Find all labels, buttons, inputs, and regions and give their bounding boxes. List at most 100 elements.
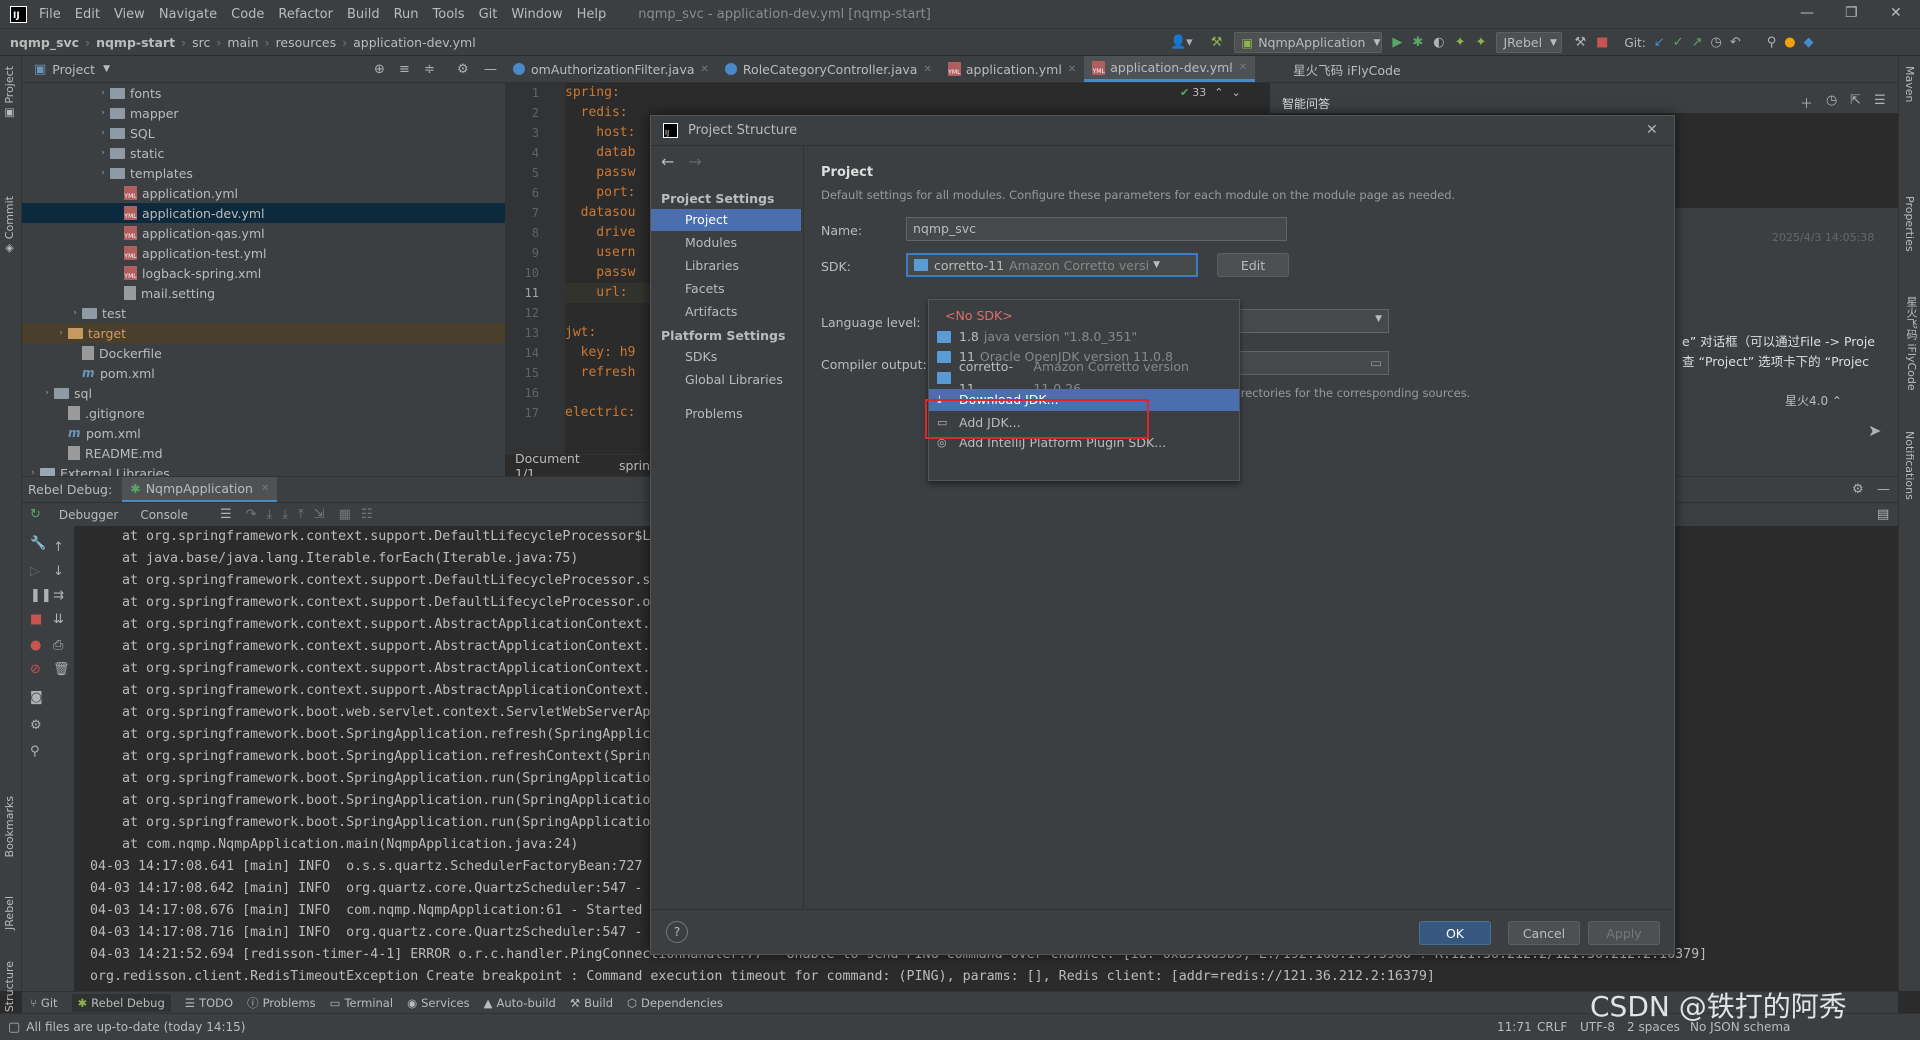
editor-tab[interactable]: RoleCategoryController.java ✕ xyxy=(717,56,940,82)
rollback-icon[interactable]: ↶ xyxy=(1730,35,1741,50)
settings-item-global-libraries[interactable]: Global Libraries xyxy=(651,369,804,391)
language-level-select[interactable]: ▼ xyxy=(1216,309,1389,333)
debug-tab-debugger[interactable]: Debugger xyxy=(59,508,118,522)
hide-panel-icon[interactable]: — xyxy=(484,62,497,77)
ai-model-select[interactable]: 星火4.0 ⌃ xyxy=(1785,392,1842,409)
editor-tab[interactable]: YML application.yml ✕ xyxy=(940,56,1084,82)
plugin-icon[interactable]: ◆ xyxy=(1804,35,1814,50)
gear-icon[interactable]: ⚙ xyxy=(1852,482,1864,497)
expand-all-icon[interactable]: ≡ xyxy=(399,62,410,77)
debug-icon[interactable]: ✱ xyxy=(1412,35,1423,50)
debug-tab-console[interactable]: Console xyxy=(140,508,188,522)
clear-icon[interactable]: 🗑 xyxy=(53,662,70,677)
send-icon[interactable]: ➤ xyxy=(1868,421,1881,440)
close-tab-icon[interactable]: ✕ xyxy=(1068,64,1076,75)
chevron-right-icon[interactable]: › xyxy=(96,88,110,98)
tree-item[interactable]: › sql xyxy=(22,383,505,403)
project-panel-title[interactable]: Project xyxy=(52,62,95,77)
history-icon[interactable]: ◷ xyxy=(1826,93,1837,108)
project-tool-button[interactable]: ▣ Project xyxy=(3,66,16,120)
minimize-icon[interactable]: — xyxy=(1800,5,1814,21)
menu-icon[interactable]: ☰ xyxy=(220,507,232,522)
menu-tools[interactable]: Tools xyxy=(433,7,465,22)
menu-refactor[interactable]: Refactor xyxy=(278,7,333,22)
user-icon[interactable]: 👤▾ xyxy=(1170,35,1193,50)
settings-item-project[interactable]: Project xyxy=(651,209,801,231)
sdk-select[interactable]: corretto-11 Amazon Corretto version 11.0… xyxy=(906,253,1198,277)
menu-file[interactable]: File xyxy=(39,7,61,22)
tree-item[interactable]: YML application.yml xyxy=(22,183,505,203)
ok-button[interactable]: OK xyxy=(1419,921,1491,945)
close-tab-icon[interactable]: ✕ xyxy=(261,483,269,494)
code-editor[interactable]: spring: redis: host: datab passw port: d… xyxy=(565,83,650,454)
stop-icon[interactable]: ■ xyxy=(1596,35,1608,50)
tree-item[interactable]: YML application-test.yml xyxy=(22,243,505,263)
tree-item[interactable]: Dockerfile xyxy=(22,343,505,363)
close-tab-icon[interactable]: ✕ xyxy=(701,64,709,75)
menu-build[interactable]: Build xyxy=(347,7,380,22)
apply-button[interactable]: Apply xyxy=(1588,921,1660,945)
breadcrumb-item[interactable]: main xyxy=(227,35,258,50)
list-icon[interactable]: ☰ xyxy=(1874,93,1886,108)
gear-icon[interactable]: ⚙ xyxy=(457,62,469,77)
tree-item[interactable]: › templates xyxy=(22,163,505,183)
help-button[interactable]: ? xyxy=(666,921,688,943)
menu-window[interactable]: Window xyxy=(511,7,562,22)
tree-item[interactable]: mail.setting xyxy=(22,283,505,303)
notifications-tool-button[interactable]: Notifications xyxy=(1903,431,1916,500)
tree-item[interactable]: › mapper xyxy=(22,103,505,123)
down-arrow-icon[interactable]: ↓ xyxy=(53,564,64,579)
settings-item-libraries[interactable]: Libraries xyxy=(651,255,804,277)
tree-item[interactable]: › static xyxy=(22,143,505,163)
cancel-button[interactable]: Cancel xyxy=(1508,921,1580,945)
commit-tool-button[interactable]: ◈ Commit xyxy=(3,196,16,256)
wrench-icon[interactable]: 🔧 xyxy=(30,536,46,551)
breadcrumb-item[interactable]: src xyxy=(192,35,210,50)
editor-tab[interactable]: 星火飞码 iFlyCode xyxy=(1285,56,1409,82)
build-icon[interactable]: ⚒ xyxy=(1574,35,1586,50)
debug-session-tab[interactable]: ✱ NqmpApplication ✕ xyxy=(122,476,278,503)
resume-icon[interactable]: ▷ xyxy=(30,564,40,579)
breadcrumb-item[interactable]: nqmp_svc xyxy=(10,35,79,50)
soft-wrap-icon[interactable]: ⇉ xyxy=(53,588,64,603)
chevron-right-icon[interactable]: › xyxy=(40,388,54,398)
chevron-right-icon[interactable]: › xyxy=(96,128,110,138)
export-icon[interactable]: ⇱ xyxy=(1850,93,1861,108)
jrebel-tool-button[interactable]: JRebel xyxy=(3,896,16,930)
evaluate-icon[interactable]: ▦ xyxy=(339,507,351,522)
sdk-option[interactable]: corretto-11 Amazon Corretto version 11.0.… xyxy=(929,359,1239,396)
folder-icon[interactable]: ▭ xyxy=(1370,355,1382,370)
tree-item[interactable]: › test xyxy=(22,303,505,323)
run-config-select[interactable]: ▣ NqmpApplication ▼ xyxy=(1234,32,1383,53)
settings-item-facets[interactable]: Facets xyxy=(651,278,804,300)
settings-item-problems[interactable]: Problems xyxy=(651,403,804,425)
add-icon[interactable]: ＋ xyxy=(1800,93,1813,112)
iflycode-tool-button[interactable]: 星火飞码 iFlyCode xyxy=(1903,296,1919,391)
tree-item[interactable]: YML logback-spring.xml xyxy=(22,263,505,283)
layout-icon[interactable]: ▤ xyxy=(1877,507,1889,522)
breadcrumb-item[interactable]: resources xyxy=(276,35,337,50)
edit-button[interactable]: Edit xyxy=(1217,253,1289,277)
breadcrumb-item[interactable]: nqmp-start xyxy=(96,35,175,50)
step-out-icon[interactable]: ⤒ xyxy=(298,507,304,522)
pin-icon[interactable]: ⚲ xyxy=(30,744,40,759)
tree-item[interactable]: README.md xyxy=(22,443,505,463)
tree-item[interactable]: m pom.xml xyxy=(22,423,505,443)
jrebel-run-icon[interactable]: ✦ xyxy=(1455,35,1466,50)
tree-item[interactable]: › target xyxy=(22,323,505,343)
hide-panel-icon[interactable]: — xyxy=(1877,482,1890,497)
close-tab-icon[interactable]: ✕ xyxy=(923,64,931,75)
tree-item[interactable]: YML application-qas.yml xyxy=(22,223,505,243)
print-icon[interactable]: ⎙ xyxy=(53,638,63,653)
project-view-dropdown-icon[interactable]: ▼ xyxy=(103,64,110,74)
sdk-option[interactable]: ▭ Add JDK... xyxy=(929,412,1239,434)
maximize-icon[interactable]: ❐ xyxy=(1845,5,1858,21)
maven-tool-button[interactable]: Maven xyxy=(1903,66,1916,102)
chevron-right-icon[interactable]: › xyxy=(26,468,40,476)
structure-tool-button[interactable]: Structure xyxy=(3,961,16,1012)
jrebel-select[interactable]: JRebel ▼ xyxy=(1496,32,1563,53)
settings-item-artifacts[interactable]: Artifacts xyxy=(651,301,804,323)
menu-git[interactable]: Git xyxy=(479,7,498,22)
tool-rebel-debug[interactable]: ✱ Rebel Debug xyxy=(71,993,171,1012)
chevron-right-icon[interactable]: › xyxy=(96,108,110,118)
